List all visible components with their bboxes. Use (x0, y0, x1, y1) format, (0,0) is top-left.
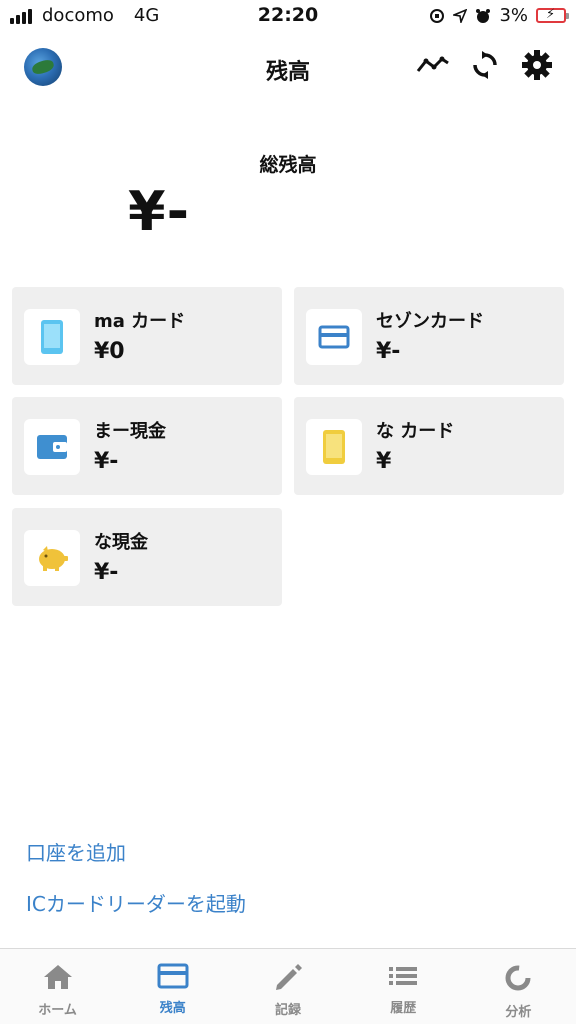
smartphone-icon (41, 320, 63, 354)
account-name: な現金 (94, 532, 148, 553)
orientation-lock-icon (430, 8, 445, 23)
tab-label: 履歴 (390, 1001, 417, 1016)
battery-icon: ⚡ (536, 7, 569, 23)
status-bar: docomo 4G 22:20 3% ⚡ (0, 0, 576, 30)
account-name: ma カード (94, 311, 186, 332)
list-icon (389, 967, 418, 985)
home-icon (43, 965, 72, 989)
balance-screen: docomo 4G 22:20 3% ⚡ 残高 総残高 ¥- ma カード ¥0… (0, 0, 576, 1024)
account-card-ma-cash[interactable]: まー現金 ¥- (12, 397, 282, 495)
tab-analysis[interactable]: 分析 (461, 949, 576, 1024)
account-icon-box (306, 419, 362, 475)
battery-percent: 3% (499, 5, 528, 26)
piggy-bank-icon (39, 546, 68, 571)
account-amount: ¥0 (94, 339, 125, 364)
tab-label: 残高 (159, 1001, 186, 1016)
total-balance-label: 総残高 (259, 154, 317, 176)
account-amount: ¥ (376, 449, 392, 474)
credit-card-icon (318, 325, 350, 349)
sync-icon[interactable] (468, 48, 502, 82)
status-right: 3% ⚡ (429, 5, 569, 26)
tab-home[interactable]: ホーム (0, 949, 115, 1024)
alarm-icon (476, 8, 491, 23)
pencil-icon (276, 964, 302, 990)
account-name: まー現金 (94, 421, 166, 442)
trend-chart-icon[interactable] (416, 48, 450, 82)
ic-card-reader-link[interactable]: ICカードリーダーを起動 (26, 888, 246, 917)
total-balance-value: ¥- (128, 180, 190, 243)
tab-record[interactable]: 記録 (230, 949, 345, 1024)
smartphone-icon (323, 430, 345, 464)
tab-balance[interactable]: 残高 (115, 949, 230, 1024)
account-card-ma-card[interactable]: ma カード ¥0 (12, 287, 282, 385)
add-account-link[interactable]: 口座を追加 (26, 837, 126, 866)
tab-bar: ホーム 残高 記録 履歴 分析 (0, 948, 576, 1024)
tab-history[interactable]: 履歴 (346, 949, 461, 1024)
account-amount: ¥- (94, 560, 119, 585)
account-card-saison-card[interactable]: セゾンカード ¥- (294, 287, 564, 385)
account-icon-box (24, 419, 80, 475)
header: 残高 (0, 38, 576, 98)
account-icon-box (306, 309, 362, 365)
tab-label: 記録 (275, 1003, 302, 1018)
donut-chart-icon (505, 965, 531, 991)
wallet-icon (37, 435, 67, 459)
account-name: な カード (376, 421, 455, 442)
header-actions (416, 48, 554, 82)
location-icon (453, 8, 468, 23)
account-icon-box (24, 309, 80, 365)
credit-card-icon (157, 963, 189, 989)
tab-label: ホーム (38, 1003, 77, 1018)
account-amount: ¥- (94, 449, 119, 474)
account-amount: ¥- (376, 339, 401, 364)
account-name: セゾンカード (376, 311, 484, 332)
account-card-na-cash[interactable]: な現金 ¥- (12, 508, 282, 606)
gear-icon[interactable] (520, 48, 554, 82)
account-icon-box (24, 530, 80, 586)
account-card-na-card[interactable]: な カード ¥ (294, 397, 564, 495)
tab-label: 分析 (505, 1005, 532, 1020)
